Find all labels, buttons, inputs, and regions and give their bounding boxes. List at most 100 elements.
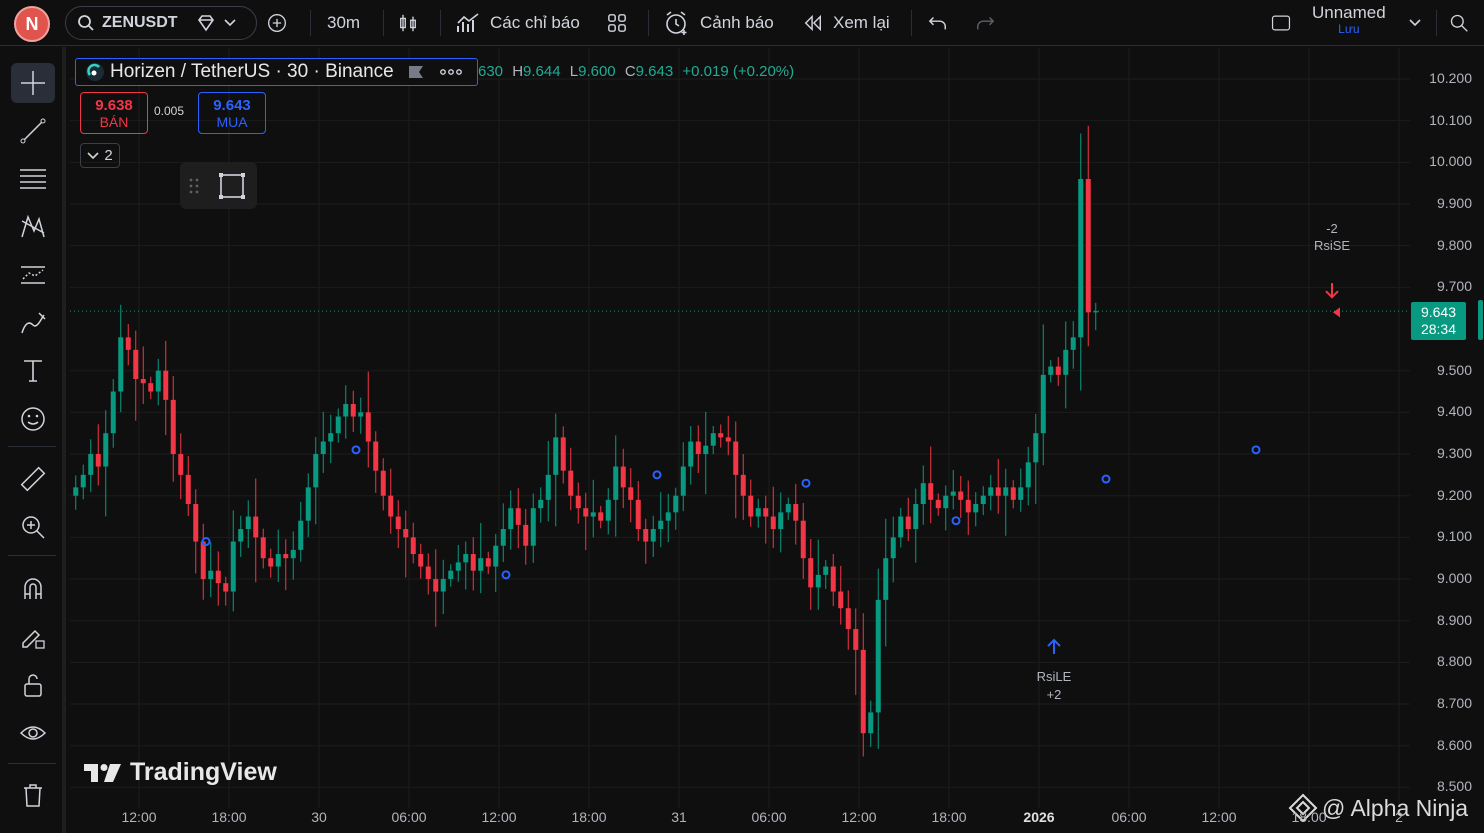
candle-body [973,504,979,513]
flag-icon[interactable] [408,65,424,79]
candle-body [148,383,154,392]
text-tool[interactable] [11,351,55,391]
candle-body [560,437,566,471]
fib-tool[interactable] [11,159,55,199]
price-chart[interactable]: RsiLE +2 -2 RsiSE [70,48,1410,833]
close-value: 9.643 [635,63,674,80]
trend-line-tool[interactable] [11,111,55,151]
lock-drawings-tool[interactable] [11,665,55,705]
interval-button[interactable]: 30m [327,6,360,40]
forecast-tool[interactable] [11,255,55,295]
candle-body [523,524,529,546]
symbol-search-button[interactable]: ZENUSDT [65,6,257,40]
layout-name-button[interactable]: Unnamed Lưu [1312,4,1386,38]
candle-body [598,512,604,521]
candle-body [1025,462,1031,488]
pattern-tool[interactable] [11,207,55,247]
square-icon [1271,13,1291,33]
sell-button[interactable]: 9.638 BÁN [80,92,148,134]
candle-body [298,520,304,550]
pattern-icon [21,214,45,238]
emoji-tool[interactable] [11,399,55,439]
candle-body [388,495,394,517]
candle-body [155,370,161,392]
candle-body [995,487,1001,496]
unlock-icon [24,674,42,697]
candle-body [920,483,926,505]
indicators-collapse-button[interactable]: 2 [80,143,120,168]
time-tick-label: 31 [671,809,687,825]
candle-body [643,529,649,542]
candle-body [238,529,244,542]
user-avatar[interactable]: N [14,6,50,42]
layout-name: Unnamed [1312,3,1386,22]
candle-body [680,466,686,496]
indicators-button[interactable]: Các chỉ báo [455,6,580,40]
candle-body [193,504,199,542]
candle-body [1033,433,1039,463]
chevron-down-icon[interactable] [220,13,240,33]
buy-signal-qty: +2 [1047,687,1062,702]
magnet-tool[interactable] [11,569,55,609]
candle-body [800,520,806,559]
templates-button[interactable] [607,6,627,40]
save-label: Lưu [1338,22,1360,36]
alerts-button[interactable]: Cảnh báo [664,6,774,40]
zoom-tool[interactable] [11,507,55,547]
candle-body [868,712,874,734]
signal-marker [351,445,361,455]
candle-body [163,370,169,400]
quick-search-button[interactable] [1449,6,1469,40]
hide-drawings-tool[interactable] [11,713,55,753]
ohlc-values: 630 H9.644 L9.600 C9.643 +0.019 (+0.20%) [478,63,795,80]
series-legend[interactable]: Horizen / TetherUS · 30 · Binance [75,58,478,86]
indicators-label: Các chỉ báo [490,13,580,32]
rectangle-select-icon[interactable] [217,171,247,201]
stay-drawing-tool[interactable] [11,617,55,657]
candle-body [935,499,941,509]
replay-button[interactable]: Xem lại [803,6,890,40]
candle-body [583,508,589,517]
undo-button[interactable] [928,6,948,40]
candle-body [965,499,971,513]
price-tick-label: 9.100 [1436,528,1472,545]
candle-body [980,495,986,505]
diamond-icon[interactable] [196,13,216,33]
candle-body [785,504,791,513]
layout-menu-button[interactable] [1405,6,1425,40]
more-icon[interactable] [439,68,462,76]
remove-drawings-tool[interactable] [11,775,55,815]
buy-button[interactable]: 9.643 MUA [198,92,266,134]
buy-price: 9.643 [213,96,251,114]
candle-body [748,495,754,517]
chart-type-button[interactable] [398,6,418,40]
chevron-down-icon [1405,13,1425,33]
redo-button[interactable] [975,6,995,40]
crosshair-tool[interactable] [11,63,55,103]
candle-body [1010,487,1016,500]
candle-body [335,416,341,434]
candle-body [88,454,94,475]
price-tick-label: 8.800 [1436,653,1472,670]
brush-tool[interactable] [11,303,55,343]
price-axis[interactable]: 10.200 10.100 10.000 9.900 9.800 9.700 9.500 9.… [1410,48,1484,808]
price-scale-handle[interactable] [1478,300,1483,340]
measure-tool[interactable] [11,459,55,499]
candle-body [703,445,709,455]
buy-label: MUA [216,113,248,130]
indicators-icon [455,13,483,33]
spread-value: 0.005 [154,104,185,118]
candle-body [845,608,851,630]
time-tick-label: 18:00 [931,809,967,825]
time-tick-label: 06:00 [391,809,427,825]
candle-body [508,508,514,530]
candle-body [418,554,424,567]
drag-handle-icon[interactable] [189,177,199,195]
tradingview-logo[interactable]: TradingView [84,758,277,787]
add-symbol-button[interactable] [267,6,287,40]
ruler-icon [20,466,46,492]
candle-body [740,474,746,496]
time-tick-label: 06:00 [751,809,787,825]
candle-body [200,541,206,580]
layout-checkbox[interactable] [1271,6,1291,40]
